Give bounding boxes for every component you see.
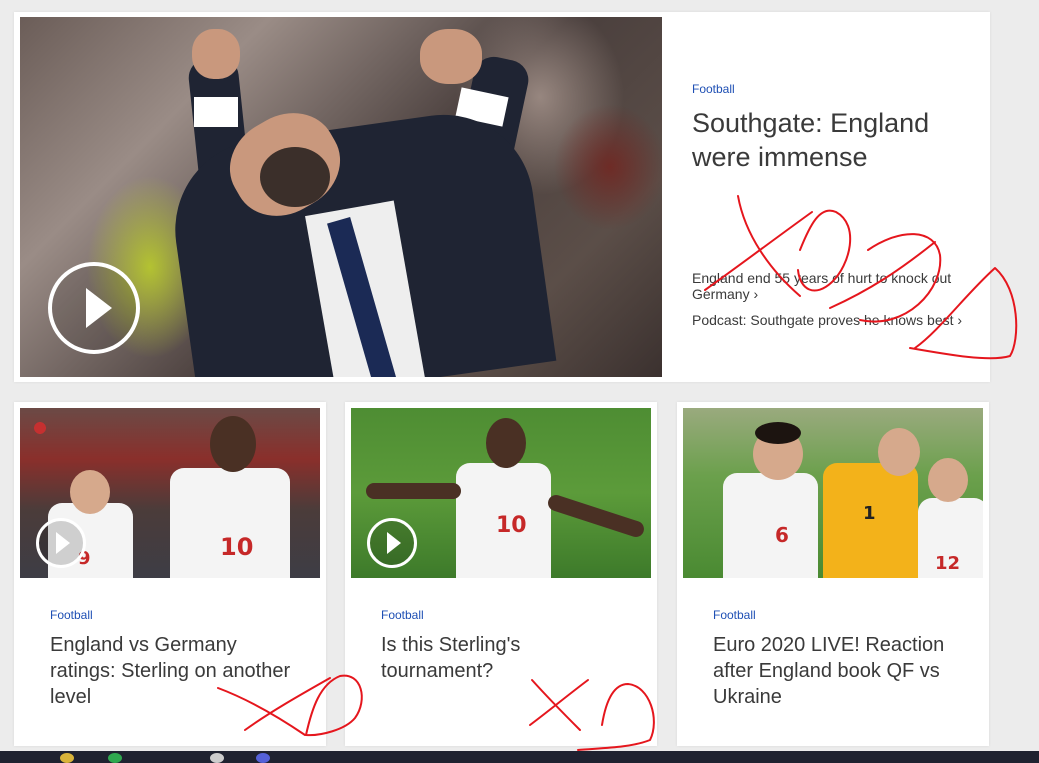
os-taskbar (0, 751, 1039, 763)
card-image-sterling[interactable]: 10 (351, 408, 651, 578)
hero-text: Football Southgate: England were immense (692, 82, 967, 174)
card-headline[interactable]: England vs Germany ratings: Sterling on … (50, 632, 300, 710)
chevron-right-icon: › (753, 286, 759, 302)
shirt-number: 1 (863, 503, 876, 524)
player-hair (755, 422, 801, 444)
player-arm-left (366, 483, 461, 499)
card-category-label[interactable]: Football (50, 608, 300, 622)
player-kit (723, 473, 818, 578)
chevron-right-icon: › (957, 312, 963, 328)
play-icon[interactable] (48, 262, 140, 354)
play-icon[interactable] (36, 518, 86, 568)
play-icon[interactable] (367, 518, 417, 568)
shirt-number: 10 (496, 513, 527, 538)
hero-image-southgate-celebrating[interactable] (20, 17, 662, 377)
related-link-1[interactable]: England end 55 years of hurt to knock ou… (692, 270, 967, 302)
taskbar-app-icon[interactable] (60, 753, 74, 763)
taskbar-app-icon[interactable] (210, 753, 224, 763)
related-links: England end 55 years of hurt to knock ou… (692, 270, 967, 338)
player-head (878, 428, 920, 476)
hero-figure-fist-right (420, 29, 482, 84)
card-headline[interactable]: Is this Sterling's tournament? (381, 632, 631, 684)
related-link-1-label: England end 55 years of hurt to knock ou… (692, 270, 952, 302)
card-category-label[interactable]: Football (713, 608, 963, 622)
card-headline[interactable]: Euro 2020 LIVE! Reaction after England b… (713, 632, 963, 710)
hero-figure-fist-left (192, 29, 240, 79)
card-text: Football Is this Sterling's tournament? (381, 608, 631, 684)
player-head (928, 458, 968, 502)
taskbar-app-icon[interactable] (108, 753, 122, 763)
hero-headline[interactable]: Southgate: England were immense (692, 106, 967, 174)
related-link-2-label: Podcast: Southgate proves he knows best (692, 312, 954, 328)
story-card-euro-live[interactable]: 6 1 12 Football Euro 2020 LIVE! Reaction… (677, 402, 989, 746)
hero-figure-cuff-left (194, 97, 238, 127)
hero-card[interactable]: Football Southgate: England were immense… (14, 12, 990, 382)
card-image-euro-live[interactable]: 6 1 12 (683, 408, 983, 578)
related-link-2[interactable]: Podcast: Southgate proves he knows best … (692, 312, 967, 328)
card-image-ratings[interactable]: 9 10 (20, 408, 320, 578)
shirt-number: 6 (775, 523, 789, 547)
player-head (70, 470, 110, 514)
card-category-label[interactable]: Football (381, 608, 631, 622)
shirt-number: 12 (935, 553, 961, 574)
shirt-number: 10 (220, 533, 254, 561)
player-arm-right (545, 492, 647, 540)
story-card-ratings[interactable]: 9 10 Football England vs Germany ratings… (14, 402, 326, 746)
player-head (210, 416, 256, 472)
taskbar-app-icon[interactable] (256, 753, 270, 763)
hero-figure-beard (260, 147, 330, 207)
story-card-sterling[interactable]: 10 Football Is this Sterling's tournamen… (345, 402, 657, 746)
card-text: Football Euro 2020 LIVE! Reaction after … (713, 608, 963, 710)
player-kit (170, 468, 290, 578)
player-head (486, 418, 526, 468)
card-text: Football England vs Germany ratings: Ste… (50, 608, 300, 710)
hero-category-label[interactable]: Football (692, 82, 967, 96)
